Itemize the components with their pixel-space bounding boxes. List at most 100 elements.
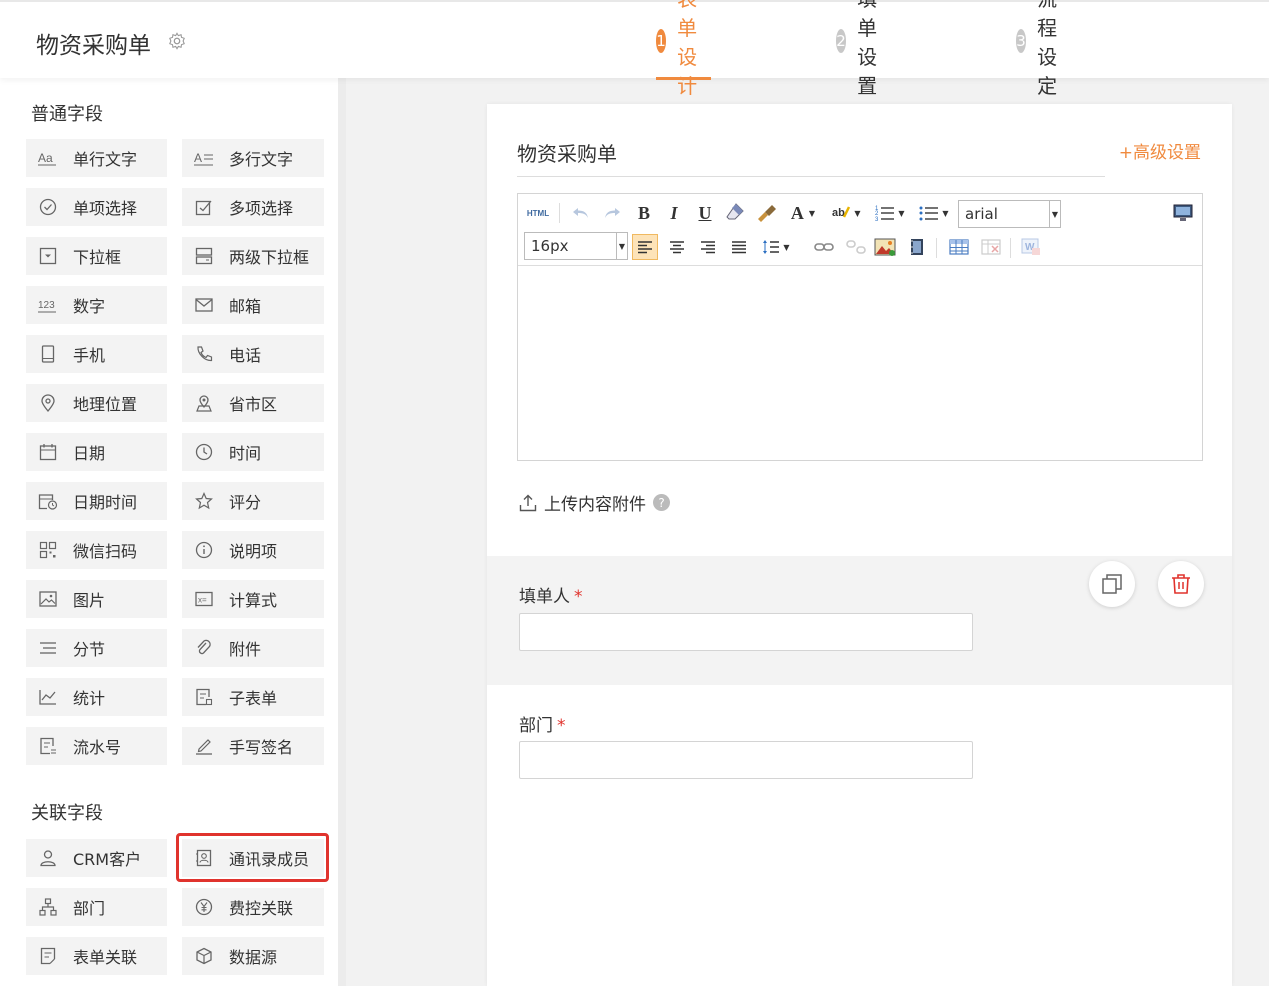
field-datetime[interactable]: 日期时间 — [26, 482, 167, 520]
field-label: 部门 * — [519, 711, 566, 736]
field-label: 时间 — [229, 444, 262, 463]
font-family-value: arial — [965, 205, 998, 223]
field-date[interactable]: 日期 — [26, 433, 167, 471]
qrcode-icon — [38, 540, 58, 560]
form-field-filler[interactable]: 填单人 * — [487, 556, 1232, 685]
bold-button[interactable]: B — [633, 202, 655, 224]
field-label: 数据源 — [229, 948, 278, 967]
undo-icon[interactable] — [570, 202, 592, 224]
field-dropdown[interactable]: 下拉框 — [26, 237, 167, 275]
fullscreen-icon[interactable] — [1172, 202, 1194, 224]
field-description[interactable]: 说明项 — [182, 531, 324, 569]
field-formula[interactable]: x= 计算式 — [182, 580, 324, 618]
unordered-list-button[interactable]: ▼ — [916, 202, 952, 224]
italic-button[interactable]: I — [663, 202, 685, 224]
subform-icon — [194, 687, 214, 707]
field-wechat-scan[interactable]: 微信扫码 — [26, 531, 167, 569]
field-expense-link[interactable]: 费控关联 — [182, 888, 324, 926]
form-link-icon — [38, 946, 58, 966]
trash-icon — [1172, 574, 1190, 594]
field-label: 省市区 — [229, 395, 278, 414]
field-statistics[interactable]: 统计 — [26, 678, 167, 716]
line-height-button[interactable]: ▼ — [758, 236, 794, 258]
align-center-button[interactable] — [666, 236, 688, 258]
section-icon — [38, 638, 58, 658]
help-icon[interactable]: ? — [653, 494, 670, 511]
department-input[interactable] — [519, 741, 973, 779]
underline-button[interactable]: U — [694, 202, 716, 224]
field-time[interactable]: 时间 — [182, 433, 324, 471]
field-location[interactable]: 地理位置 — [26, 384, 167, 422]
field-label-text: 部门 — [519, 716, 553, 736]
tab-fill-settings[interactable]: 2 填单设置 — [836, 0, 891, 98]
link-icon[interactable] — [813, 236, 835, 258]
redo-icon[interactable] — [601, 202, 623, 224]
ordered-list-button[interactable]: 123 ▼ — [872, 202, 908, 224]
field-image[interactable]: 图片 — [26, 580, 167, 618]
paste-word-icon[interactable]: W — [1020, 236, 1042, 258]
editor-content-area[interactable] — [518, 267, 1202, 460]
sidebar-scrollbar[interactable] — [338, 78, 346, 986]
html-source-button[interactable]: HTML — [524, 202, 552, 224]
font-family-select[interactable]: arial ▼ — [958, 200, 1061, 228]
toolbar-divider — [936, 238, 937, 258]
checkbox-icon — [194, 197, 214, 217]
field-single-line-text[interactable]: Aa 单行文字 — [26, 139, 167, 177]
field-multi-choice[interactable]: 多项选择 — [182, 188, 324, 226]
field-number[interactable]: 123 数字 — [26, 286, 167, 324]
highlight-color-button[interactable]: ab ▼ — [828, 202, 864, 224]
tab-workflow-settings[interactable]: 3 流程设定 — [1016, 0, 1071, 98]
chevron-down-icon: ▼ — [854, 208, 861, 218]
delete-field-button[interactable] — [1158, 561, 1204, 607]
chevron-down-icon: ▼ — [942, 208, 949, 218]
tab-form-design[interactable]: 1 表单设计 — [656, 0, 711, 98]
field-data-source[interactable]: 数据源 — [182, 937, 324, 975]
insert-image-icon[interactable] — [874, 236, 896, 258]
filler-input[interactable] — [519, 613, 973, 651]
required-mark: * — [557, 716, 566, 736]
field-phone[interactable]: 电话 — [182, 335, 324, 373]
form-title[interactable]: 物资采购单 — [517, 138, 617, 167]
field-label: 通讯录成员 — [229, 850, 310, 869]
required-mark: * — [574, 587, 583, 607]
insert-video-icon[interactable] — [906, 236, 928, 258]
format-painter-icon[interactable] — [756, 201, 778, 223]
field-email[interactable]: 邮箱 — [182, 286, 324, 324]
unlink-icon[interactable] — [845, 236, 867, 258]
font-size-select[interactable]: 16px ▼ — [524, 232, 628, 260]
dropdown-icon — [38, 246, 58, 266]
field-label: 评分 — [229, 493, 262, 512]
field-cascade-dropdown[interactable]: 两级下拉框 — [182, 237, 324, 275]
field-multi-line-text[interactable]: A 多行文字 — [182, 139, 324, 177]
align-right-button[interactable] — [697, 236, 719, 258]
field-department[interactable]: 部门 — [26, 888, 167, 926]
field-serial-number[interactable]: 流水号 — [26, 727, 167, 765]
field-section[interactable]: 分节 — [26, 629, 167, 667]
field-label: 多行文字 — [229, 150, 294, 169]
field-attachment[interactable]: 附件 — [182, 629, 324, 667]
align-justify-button[interactable] — [728, 236, 750, 258]
signature-pen-icon — [194, 736, 214, 756]
field-subform[interactable]: 子表单 — [182, 678, 324, 716]
field-region[interactable]: 省市区 — [182, 384, 324, 422]
field-contact-member[interactable]: 通讯录成员 — [182, 839, 324, 877]
eraser-icon[interactable] — [724, 201, 746, 223]
field-crm-customer[interactable]: CRM客户 — [26, 839, 167, 877]
cube-icon — [194, 946, 214, 966]
field-form-link[interactable]: 表单关联 — [26, 937, 167, 975]
gear-icon[interactable] — [168, 32, 186, 50]
field-mobile[interactable]: 手机 — [26, 335, 167, 373]
field-signature[interactable]: 手写签名 — [182, 727, 324, 765]
field-single-choice[interactable]: 单项选择 — [26, 188, 167, 226]
field-rating[interactable]: 评分 — [182, 482, 324, 520]
copy-field-button[interactable] — [1089, 561, 1135, 607]
delete-table-icon[interactable] — [980, 236, 1002, 258]
common-fields-title: 普通字段 — [31, 104, 103, 125]
org-chart-icon — [38, 897, 58, 917]
insert-table-icon[interactable] — [948, 236, 970, 258]
advanced-settings-link[interactable]: +高级设置 — [1119, 138, 1201, 163]
font-color-button[interactable]: A ▼ — [786, 202, 820, 224]
align-left-button[interactable] — [632, 234, 658, 260]
upload-attachment-button[interactable]: 上传内容附件 ? — [518, 490, 670, 515]
form-field-department[interactable]: 部门 * — [487, 685, 1232, 805]
